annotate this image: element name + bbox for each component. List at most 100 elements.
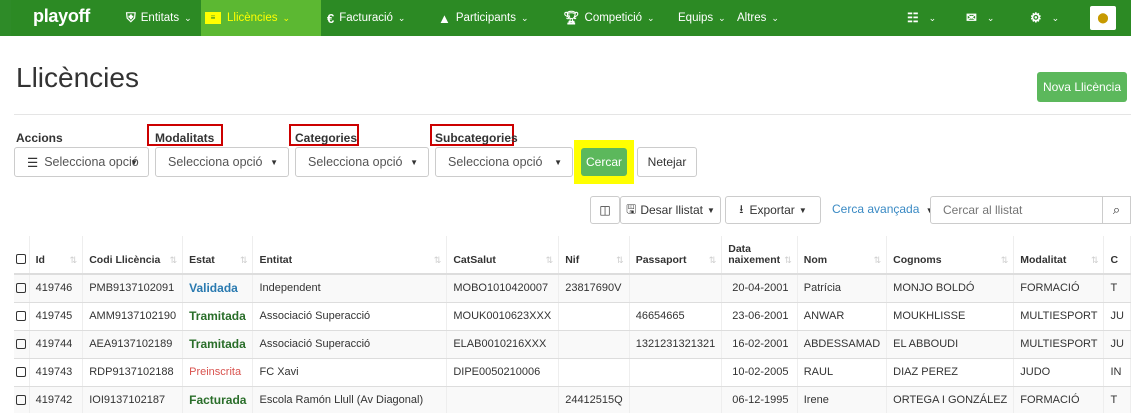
nav-label: Llicències — [227, 12, 278, 24]
export-button[interactable]: ⭳ Exportar ▼ — [725, 196, 821, 224]
row-checkbox[interactable] — [14, 386, 30, 413]
licenses-table: Id ⇅ Codi Llicència ⇅ Estat ⇅ Entitat ⇅ CatS… — [14, 236, 1131, 413]
cell-codi[interactable]: AEA9137102189 — [82, 330, 184, 359]
table-row[interactable]: 419743 RDP9137102188 Preinscrita FC Xavi DIP… — [14, 358, 1131, 387]
cell-nom: Irene — [797, 386, 888, 413]
cell-nif: 23817690V — [558, 274, 630, 303]
list-icon: ☰ — [27, 155, 39, 170]
columns-icon: ◫ — [599, 203, 611, 217]
cell-codi[interactable]: IOI9137102187 — [82, 386, 184, 413]
table-row[interactable]: 419746 PMB9137102091 Validada Independent MO… — [14, 274, 1131, 303]
cell-c: T — [1103, 274, 1131, 303]
column-header-cognoms[interactable]: Cognoms ⇅ — [886, 236, 1015, 275]
cell-estat: Tramitada — [182, 330, 254, 359]
column-header-nom[interactable]: Nom ⇅ — [797, 236, 888, 275]
new-license-button[interactable]: Nova Llicència — [1037, 72, 1127, 102]
cell-estat: Preinscrita — [182, 358, 254, 387]
nav-item-reports[interactable]: ☷ ⌄ — [903, 0, 940, 36]
chart-icon: ☷ — [907, 10, 919, 25]
nav-item-competicio[interactable]: 🏆︎ Competició ⌄ — [559, 0, 659, 36]
nav-label: Competició — [584, 12, 643, 24]
cell-passaport — [629, 386, 723, 413]
select-all-checkbox[interactable] — [14, 236, 30, 275]
chevron-down-icon: ⌄ — [771, 12, 779, 23]
save-list-button[interactable]: 🖫︎ Desar llistat ▼ — [620, 196, 721, 224]
accions-select[interactable]: ☰ Selecciona opció ▼ — [14, 147, 149, 177]
search-input[interactable] — [930, 196, 1103, 224]
table-row[interactable]: 419742 IOI9137102187 Facturada Escola Ramón… — [14, 386, 1131, 413]
trophy-icon: 🏆︎ — [563, 10, 580, 25]
column-header-id[interactable]: Id ⇅ — [29, 236, 84, 275]
search-button[interactable]: Cercar — [581, 148, 627, 176]
modalitats-select[interactable]: Selecciona opció ▼ — [155, 147, 289, 177]
chevron-down-icon: ⌄ — [928, 12, 937, 23]
cell-codi[interactable]: RDP9137102188 — [82, 358, 184, 387]
column-header-catsalut[interactable]: CatSalut ⇅ — [446, 236, 560, 275]
subcategories-select[interactable]: Selecciona opció ▼ — [435, 147, 573, 177]
cell-modalitat: MULTIESPORT — [1013, 302, 1105, 331]
chevron-down-icon: ⌄ — [718, 12, 726, 23]
cell-catsalut: MOUK0010623XXX — [446, 302, 560, 331]
id-card-icon: ≡ — [205, 12, 221, 24]
floppy-icon: 🖫︎ — [626, 201, 637, 216]
column-header-entitat[interactable]: Entitat ⇅ — [252, 236, 448, 275]
cell-c: JU — [1103, 302, 1131, 331]
search-icon[interactable]: ⌕ — [1103, 196, 1131, 224]
nav-item-participants[interactable]: ▲ Participants ⌄ — [434, 0, 533, 36]
chevron-down-icon: ▼ — [130, 157, 138, 167]
cell-entitat: Escola Ramón Llull (Av Diagonal) — [252, 386, 448, 413]
nav-label: Entitats — [140, 12, 180, 24]
row-checkbox[interactable] — [14, 302, 30, 331]
nav-item-altres[interactable]: Altres ⌄ — [733, 0, 783, 36]
cell-estat: Validada — [182, 274, 254, 303]
row-checkbox[interactable] — [14, 358, 30, 387]
cell-modalitat: MULTIESPORT — [1013, 330, 1105, 359]
row-checkbox[interactable] — [14, 330, 30, 359]
avatar[interactable]: ⬤ — [1090, 6, 1116, 30]
nav-item-llicencies[interactable]: ≡ Llicències ⌄ — [201, 0, 321, 36]
cell-id: 419746 — [29, 274, 84, 303]
column-header-passaport[interactable]: Passaport ⇅ — [629, 236, 723, 275]
columns-button[interactable]: ◫ — [590, 196, 620, 224]
subcategories-label: Subcategories — [435, 131, 518, 145]
cell-passaport: 46654665 — [629, 302, 723, 331]
column-header-c[interactable]: C — [1103, 236, 1131, 275]
row-checkbox[interactable] — [14, 274, 30, 303]
column-header-estat[interactable]: Estat ⇅ — [182, 236, 254, 275]
chevron-down-icon: ⌄ — [282, 12, 291, 23]
column-header-nif[interactable]: Nif ⇅ — [558, 236, 630, 275]
cell-nif — [558, 330, 630, 359]
cell-cognoms: MOUKHLISSE — [886, 302, 1015, 331]
advanced-search-label: Cerca avançada — [832, 202, 920, 216]
column-header-modalitat[interactable]: Modalitat ⇅ — [1013, 236, 1105, 275]
cell-nif — [558, 358, 630, 387]
user-icon: ▲ — [438, 10, 451, 26]
advanced-search-link[interactable]: Cerca avançada ▼ — [832, 202, 934, 216]
cell-passaport — [629, 274, 723, 303]
cell-modalitat: FORMACIÓ — [1013, 274, 1105, 303]
column-header-data-naixement[interactable]: Data naixement ⇅ — [721, 236, 798, 275]
column-header-codi[interactable]: Codi Llicència ⇅ — [82, 236, 184, 275]
cell-nif: 24412515Q — [558, 386, 630, 413]
cell-data: 16-02-2001 — [721, 330, 798, 359]
cell-codi[interactable]: PMB9137102091 — [82, 274, 184, 303]
save-list-label: Desar llistat — [640, 203, 703, 217]
nav-item-entitats[interactable]: ⛨ Entitats ⌄ — [122, 0, 196, 36]
accions-value: Selecciona opció — [44, 155, 139, 169]
cell-nif — [558, 302, 630, 331]
nav-label: Equips — [678, 12, 714, 24]
clear-button[interactable]: Netejar — [637, 147, 697, 177]
euro-icon: € — [327, 10, 335, 26]
cell-cognoms: ORTEGA I GONZÁLEZ — [886, 386, 1015, 413]
nav-item-facturacio[interactable]: € Facturació ⌄ — [323, 0, 409, 36]
brand-logo[interactable]: playoff — [33, 6, 90, 27]
nav-label: Facturació — [339, 12, 393, 24]
categories-select[interactable]: Selecciona opció ▼ — [295, 147, 429, 177]
cell-cognoms: EL ABBOUDI — [886, 330, 1015, 359]
nav-item-settings[interactable]: ⚙ ⌄ — [1026, 0, 1063, 36]
table-row[interactable]: 419744 AEA9137102189 Tramitada Associació S… — [14, 330, 1131, 359]
nav-item-equips[interactable]: Equips ⌄ — [674, 0, 730, 36]
cell-codi[interactable]: AMM9137102190 — [82, 302, 184, 331]
table-row[interactable]: 419745 AMM9137102190 Tramitada Associació S… — [14, 302, 1131, 331]
nav-item-messages[interactable]: ✉ ⌄ — [962, 0, 998, 36]
